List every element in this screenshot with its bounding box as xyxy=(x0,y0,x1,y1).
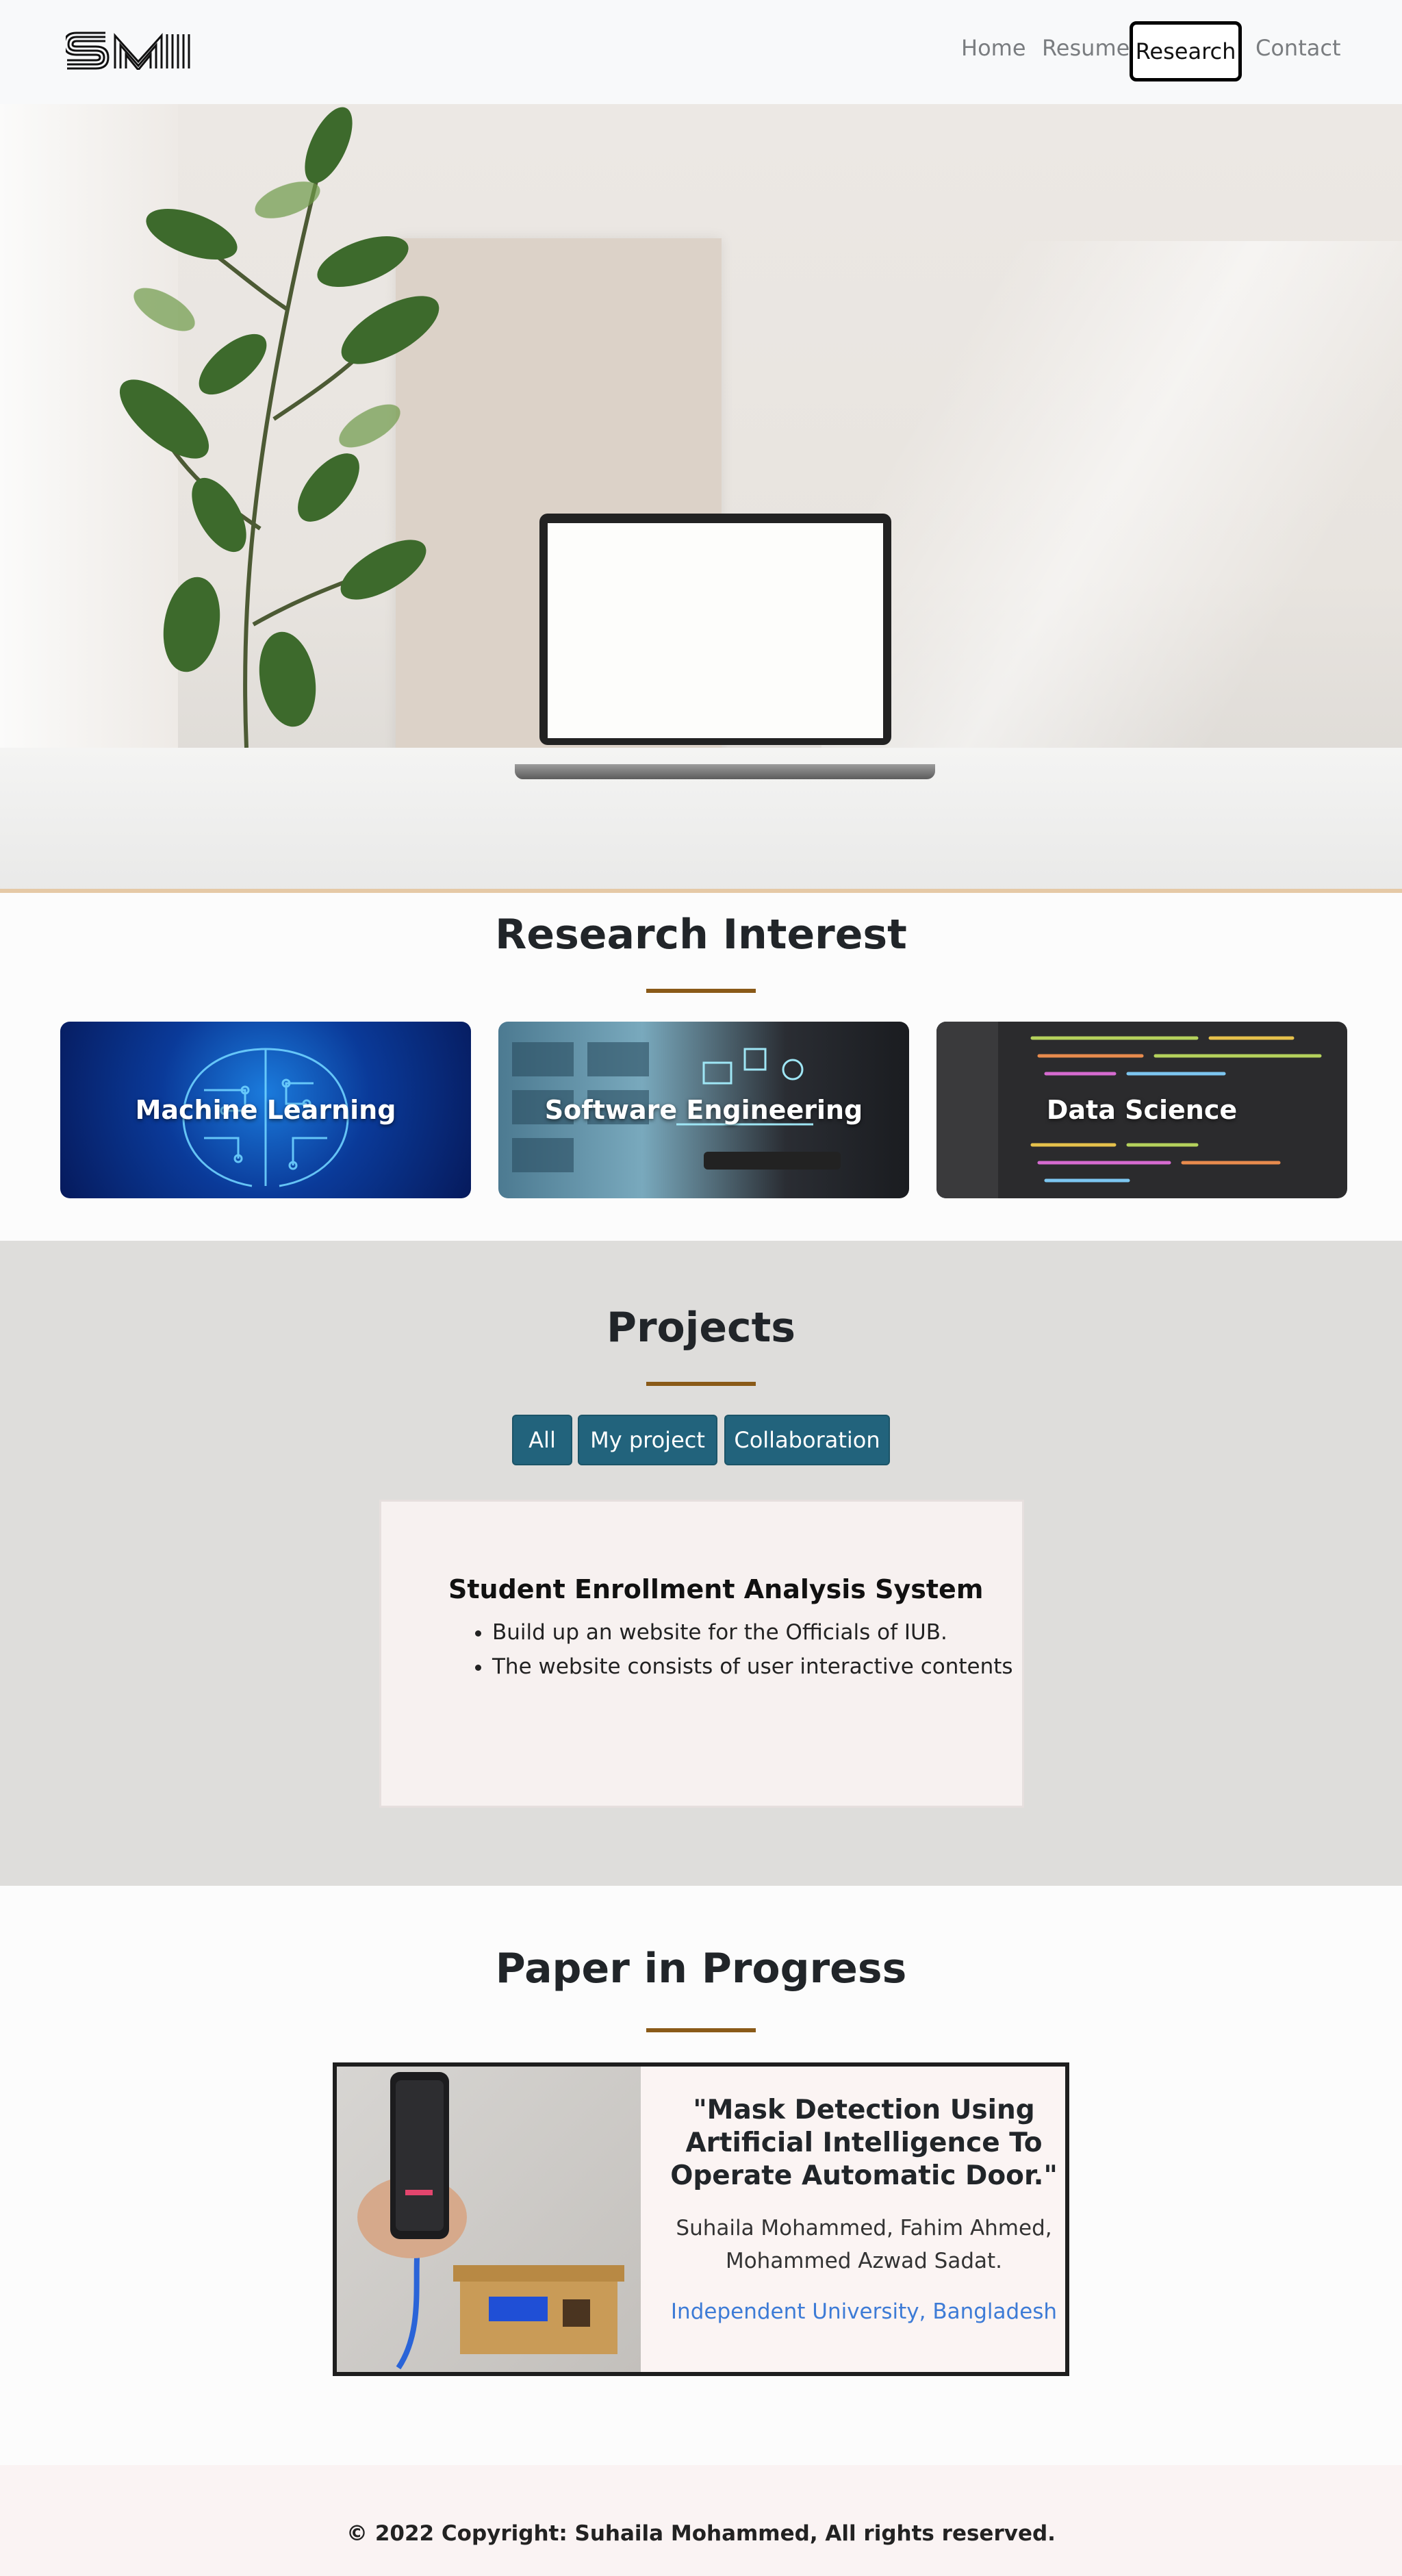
paper-authors: Suhaila Mohammed, Fahim Ahmed, Mohammed … xyxy=(676,2216,1052,2273)
paper-title: "Mask Detection Using Artificial Intelli… xyxy=(670,2095,1058,2191)
filter-all-button[interactable]: All xyxy=(512,1415,572,1465)
projects-title: Projects xyxy=(606,1304,795,1352)
footer-copyright: © 2022 Copyright: Suhaila Mohammed, All … xyxy=(346,2521,1056,2546)
hero-table-edge xyxy=(0,889,1402,893)
phone-device-icon xyxy=(357,2072,624,2370)
logo[interactable] xyxy=(66,31,190,70)
plant-illustration xyxy=(119,107,439,748)
interest-card-machine-learning[interactable]: Machine Learning xyxy=(60,1022,471,1198)
navbar: Home Resume Research Contact xyxy=(0,0,1402,104)
research-interest-title: Research Interest xyxy=(495,911,907,959)
paper-photo xyxy=(337,2067,641,2372)
interest-card-data-science[interactable]: Data Science xyxy=(936,1022,1347,1198)
nav-resume-link[interactable]: Resume xyxy=(1042,34,1130,62)
interest-label: Machine Learning xyxy=(135,1095,396,1125)
project-bullet: The website consists of user interactive… xyxy=(492,1650,1013,1684)
paper-affiliation-link[interactable]: Independent University, Bangladesh xyxy=(659,2299,1065,2324)
laptop-base xyxy=(515,764,935,779)
research-interest-divider xyxy=(646,989,756,993)
interest-label: Software Engineering xyxy=(544,1095,863,1125)
filter-my-project-button[interactable]: My project xyxy=(578,1415,717,1465)
projects-divider xyxy=(646,1382,756,1386)
tablet-shape xyxy=(704,1152,841,1170)
project-title: Student Enrollment Analysis System xyxy=(448,1574,984,1604)
hero-image xyxy=(0,104,1402,893)
paper-card[interactable]: "Mask Detection Using Artificial Intelli… xyxy=(333,2062,1069,2376)
filter-collaboration-button[interactable]: Collaboration xyxy=(724,1415,890,1465)
paper-divider xyxy=(646,2028,756,2032)
laptop-display xyxy=(548,523,883,738)
paper-section-title: Paper in Progress xyxy=(495,1945,907,1993)
project-bullet: Build up an website for the Officials of… xyxy=(492,1615,1013,1650)
nav-contact-link[interactable]: Contact xyxy=(1256,34,1341,62)
interest-label: Data Science xyxy=(1046,1095,1238,1125)
nav-home-link[interactable]: Home xyxy=(961,34,1026,62)
footer: © 2022 Copyright: Suhaila Mohammed, All … xyxy=(0,2465,1402,2576)
project-bullets: Build up an website for the Officials of… xyxy=(448,1615,1013,1684)
project-card[interactable]: Student Enrollment Analysis System Build… xyxy=(379,1500,1024,1808)
interest-card-software-engineering[interactable]: Software Engineering xyxy=(498,1022,909,1198)
nav-research-link[interactable]: Research xyxy=(1130,21,1242,81)
laptop-icon xyxy=(539,514,891,745)
